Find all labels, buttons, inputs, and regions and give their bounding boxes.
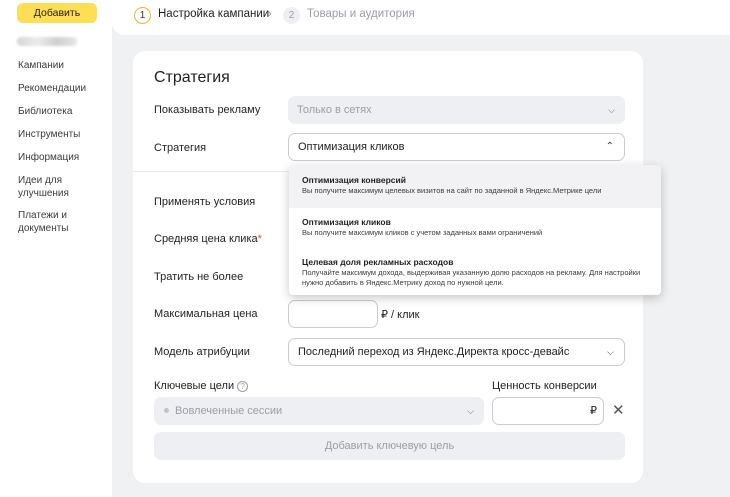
avg-click-price-text: Средняя цена клика xyxy=(154,233,258,245)
step-1-number: 1 xyxy=(134,7,151,24)
dropdown-option-target-share[interactable]: Целевая доля рекламных расходов Получайт… xyxy=(289,248,661,295)
strategy-value: Оптимизация кликов xyxy=(298,141,405,153)
chevron-down-icon: ⌵ xyxy=(608,105,615,115)
required-mark: * xyxy=(257,233,262,245)
sidebar-item-campaigns[interactable]: Кампании xyxy=(18,59,108,72)
dropdown-option-clicks[interactable]: Оптимизация кликов Вы получите максимум … xyxy=(289,208,661,248)
show-ads-select: Только в сетях ⌵ xyxy=(288,96,625,124)
currency-unit: ₽ xyxy=(590,405,597,417)
step-2-label[interactable]: Товары и аудитория xyxy=(307,8,415,20)
add-key-goal-button: Добавить ключевую цель xyxy=(154,432,625,460)
option-desc: Получайте максимум дохода, выдерживая ук… xyxy=(302,268,641,287)
card-title: Стратегия xyxy=(154,69,230,86)
sidebar-item-tools[interactable]: Инструменты xyxy=(18,128,108,141)
apply-conditions-label: Применять условия xyxy=(154,196,256,208)
user-login xyxy=(17,37,77,46)
sidebar-item-library[interactable]: Библиотека xyxy=(18,105,108,118)
sidebar-item-information[interactable]: Информация xyxy=(18,151,108,164)
option-title: Оптимизация кликов xyxy=(302,217,391,227)
attribution-select[interactable]: Последний переход из Яндекс.Директа крос… xyxy=(288,338,625,366)
step-2-number: 2 xyxy=(283,7,300,24)
campaign-stepper: 1 Настройка кампании › 2 Товары и аудито… xyxy=(112,0,730,35)
key-goals-text: Ключевые цели xyxy=(154,380,235,392)
chevron-right-icon: › xyxy=(268,8,272,20)
max-price-unit: ₽ / клик xyxy=(381,309,420,321)
goal-dot-icon xyxy=(164,408,169,413)
close-icon[interactable]: ✕ xyxy=(612,401,625,419)
conversion-value-input[interactable]: ₽ xyxy=(492,397,604,425)
max-price-input[interactable] xyxy=(288,300,378,328)
chevron-up-icon[interactable]: ⌃ xyxy=(606,134,614,160)
key-goal-value: Вовлеченные сессии xyxy=(175,405,283,417)
strategy-select[interactable]: Оптимизация кликов ⌃ xyxy=(288,133,625,161)
attribution-label: Модель атрибуции xyxy=(154,346,250,358)
sidebar: Добавить Кампании Рекомендации Библиотек… xyxy=(0,0,112,497)
spend-limit-label: Тратить не более xyxy=(154,271,244,283)
add-button[interactable]: Добавить xyxy=(17,3,97,23)
dropdown-option-conversions[interactable]: Оптимизация конверсий Вы получите максим… xyxy=(289,165,661,208)
step-1-label[interactable]: Настройка кампании xyxy=(158,8,269,20)
show-ads-value: Только в сетях xyxy=(297,104,372,116)
avg-click-price-label: Средняя цена клика* xyxy=(154,233,262,245)
attribution-value: Последний переход из Яндекс.Директа крос… xyxy=(298,346,570,358)
strategy-dropdown: Оптимизация конверсий Вы получите максим… xyxy=(289,165,661,295)
conversion-value-label: Ценность конверсии xyxy=(492,380,597,392)
sidebar-item-recommendations[interactable]: Рекомендации xyxy=(18,82,108,95)
chevron-down-icon: ⌵ xyxy=(607,347,614,357)
sidebar-item-ideas[interactable]: Идеи для улучшения xyxy=(18,174,78,200)
show-ads-label: Показывать рекламу xyxy=(154,104,261,116)
option-title: Оптимизация конверсий xyxy=(302,175,406,185)
key-goal-select: Вовлеченные сессии ⌵ xyxy=(154,397,484,425)
help-icon[interactable]: ? xyxy=(237,381,249,392)
strategy-label: Стратегия xyxy=(154,142,207,154)
max-price-label: Максимальная цена xyxy=(154,308,258,320)
option-title: Целевая доля рекламных расходов xyxy=(302,257,454,267)
option-desc: Вы получите максимум кликов с учетом зад… xyxy=(302,228,543,237)
key-goals-label: Ключевые цели? xyxy=(154,380,249,392)
sidebar-item-payments[interactable]: Платежи и документы xyxy=(18,209,78,235)
chevron-down-icon: ⌵ xyxy=(467,406,474,416)
option-desc: Вы получите максимум целевых визитов на … xyxy=(302,186,602,195)
